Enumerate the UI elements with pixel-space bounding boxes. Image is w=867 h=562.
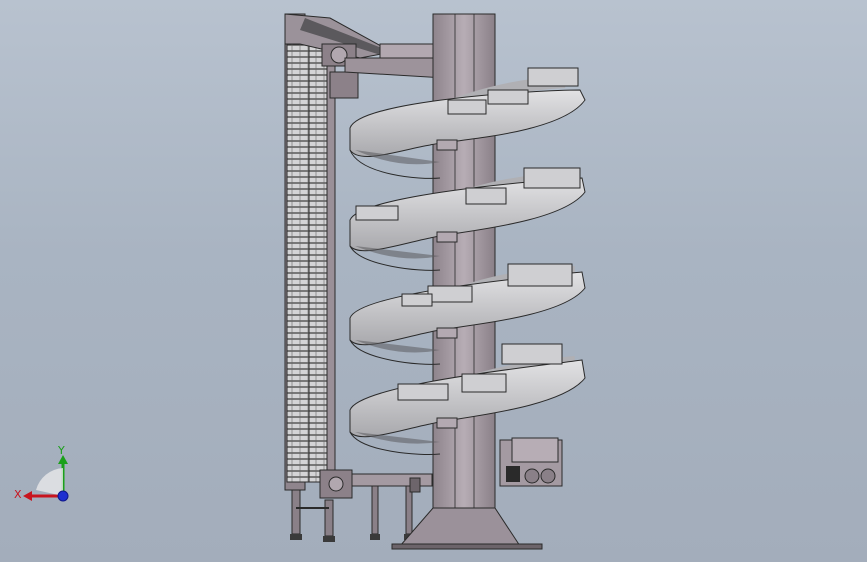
cad-viewport[interactable]: Y X — [0, 0, 867, 562]
drive-unit — [499, 437, 563, 487]
axis-triad: Y X — [14, 444, 69, 502]
x-axis-label: X — [14, 488, 22, 501]
y-axis-label: Y — [57, 444, 65, 457]
spiral-conveyor-model[interactable]: Y X — [0, 0, 867, 562]
vertical-lift-conveyor — [284, 13, 446, 542]
